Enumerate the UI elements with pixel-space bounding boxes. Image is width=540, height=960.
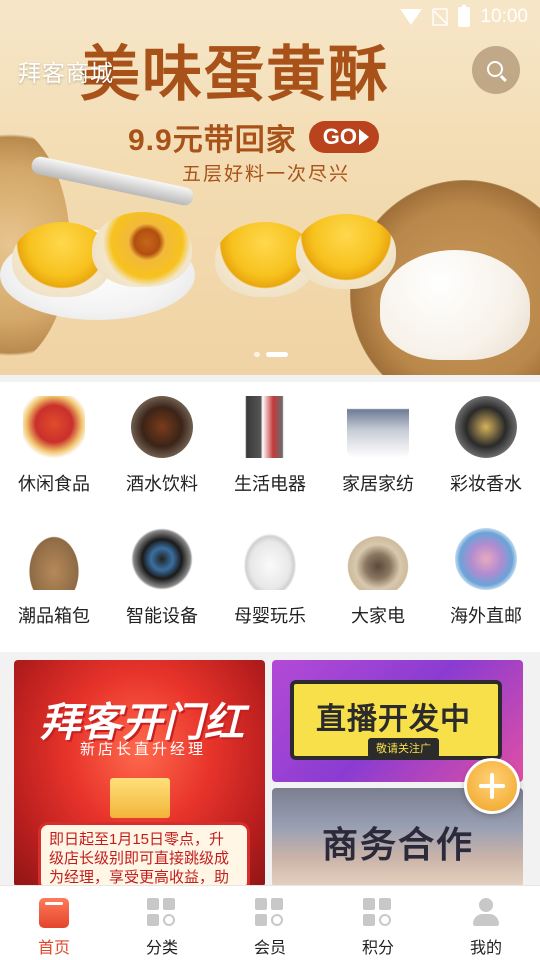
plus-icon bbox=[479, 773, 505, 799]
category-grid: 休闲食品 酒水饮料 生活电器 家居家纺 彩妆香水 潮品箱包 智能设备 母婴玩乐 … bbox=[0, 382, 540, 652]
category-drinks[interactable]: 酒水饮料 bbox=[108, 396, 216, 528]
wine-icon bbox=[131, 396, 193, 458]
category-label: 家居家纺 bbox=[342, 474, 414, 494]
tab-label: 会员 bbox=[253, 940, 286, 957]
tab-home[interactable]: 首页 bbox=[0, 886, 108, 960]
banner-subline: 9.9元带回家 bbox=[128, 124, 297, 157]
member-icon bbox=[255, 898, 285, 928]
add-button[interactable] bbox=[464, 758, 520, 814]
banner-tagline: 五层好料一次尽兴 bbox=[182, 164, 351, 185]
category-label: 彩妆香水 bbox=[450, 474, 522, 494]
bag-icon bbox=[23, 528, 85, 590]
search-icon bbox=[486, 60, 503, 77]
promo-subtitle: 新店长直升经理 bbox=[80, 741, 207, 758]
banner-headline: 美味蛋黄酥 bbox=[80, 40, 390, 110]
category-baby[interactable]: 母婴玩乐 bbox=[216, 528, 324, 658]
category-snacks[interactable]: 休闲食品 bbox=[0, 396, 108, 528]
appliance-icon bbox=[239, 396, 301, 458]
no-sim-icon bbox=[432, 8, 449, 26]
category-appliances[interactable]: 生活电器 bbox=[216, 396, 324, 528]
category-overseas[interactable]: 海外直邮 bbox=[432, 528, 540, 658]
promo-section: 拜客开门红 新店长直升经理 即日起至1月15日零点，升级店长级别即可直接跳级成为… bbox=[0, 652, 540, 887]
category-bags[interactable]: 潮品箱包 bbox=[0, 528, 108, 658]
bedding-icon bbox=[347, 396, 409, 458]
search-button[interactable] bbox=[472, 46, 520, 94]
category-label: 生活电器 bbox=[234, 474, 306, 494]
go-label: GO bbox=[322, 124, 357, 149]
category-icon bbox=[147, 898, 177, 928]
pastry-cut-image bbox=[92, 212, 192, 287]
home-icon bbox=[39, 898, 69, 928]
tab-label: 我的 bbox=[469, 940, 502, 957]
battery-icon bbox=[458, 5, 471, 27]
go-button[interactable]: GO bbox=[308, 121, 379, 153]
status-bar: 10:00 bbox=[400, 5, 528, 28]
category-label: 母婴玩乐 bbox=[234, 606, 306, 626]
category-label: 酒水饮料 bbox=[126, 474, 198, 494]
baby-bottle-icon bbox=[239, 528, 301, 590]
smartwatch-icon bbox=[131, 528, 193, 590]
wifi-icon bbox=[400, 9, 423, 25]
play-arrow-icon bbox=[358, 129, 369, 145]
category-label: 海外直邮 bbox=[450, 606, 522, 626]
carousel-dot-active[interactable] bbox=[266, 352, 288, 357]
tab-label: 分类 bbox=[145, 940, 178, 957]
category-label: 潮品箱包 bbox=[18, 606, 90, 626]
snacks-icon bbox=[23, 396, 85, 458]
promo-title: 商务合作 bbox=[322, 824, 475, 866]
points-icon bbox=[363, 898, 393, 928]
hero-banner[interactable]: 美味蛋黄酥 9.9元带回家 GO 五层好料一次尽兴 拜客商城 10:00 bbox=[0, 0, 540, 375]
tab-profile[interactable]: 我的 bbox=[432, 886, 540, 960]
carousel-indicator bbox=[254, 352, 288, 357]
promo-notice: 即日起至1月15日零点，升级店长级别即可直接跳级成为经理，享受更高收益，助力收益… bbox=[38, 822, 250, 887]
profile-icon bbox=[471, 898, 501, 928]
steamed-bun-image bbox=[380, 250, 530, 360]
category-label: 智能设备 bbox=[126, 606, 198, 626]
carousel-dot[interactable] bbox=[254, 352, 260, 357]
tab-category[interactable]: 分类 bbox=[108, 886, 216, 960]
category-label: 大家电 bbox=[351, 606, 405, 626]
promo-grand-opening[interactable]: 拜客开门红 新店长直升经理 即日起至1月15日零点，升级店长级别即可直接跳级成为… bbox=[14, 660, 265, 887]
banner-subline-row: 9.9元带回家 GO bbox=[128, 115, 379, 159]
promo-chip: 敬请关注广 bbox=[368, 738, 439, 758]
tab-points[interactable]: 积分 bbox=[324, 886, 432, 960]
status-time: 10:00 bbox=[480, 6, 528, 27]
promo-title: 直播开发中 bbox=[316, 703, 471, 736]
pastry-image bbox=[296, 214, 396, 289]
washing-machine-icon bbox=[347, 528, 409, 590]
category-cosmetics[interactable]: 彩妆香水 bbox=[432, 396, 540, 528]
category-label: 休闲食品 bbox=[18, 474, 90, 494]
cosmetics-icon bbox=[455, 396, 517, 458]
brand-title: 拜客商城 bbox=[18, 60, 114, 86]
category-smart-devices[interactable]: 智能设备 bbox=[108, 528, 216, 658]
tab-member[interactable]: 会员 bbox=[216, 886, 324, 960]
tab-label: 积分 bbox=[361, 940, 394, 957]
category-home-textiles[interactable]: 家居家纺 bbox=[324, 396, 432, 528]
bottom-tab-bar: 首页 分类 会员 积分 我的 bbox=[0, 885, 540, 960]
tab-label: 首页 bbox=[37, 940, 70, 957]
category-large-appliances[interactable]: 大家电 bbox=[324, 528, 432, 658]
podium-image bbox=[110, 778, 170, 818]
global-icon bbox=[455, 528, 517, 590]
